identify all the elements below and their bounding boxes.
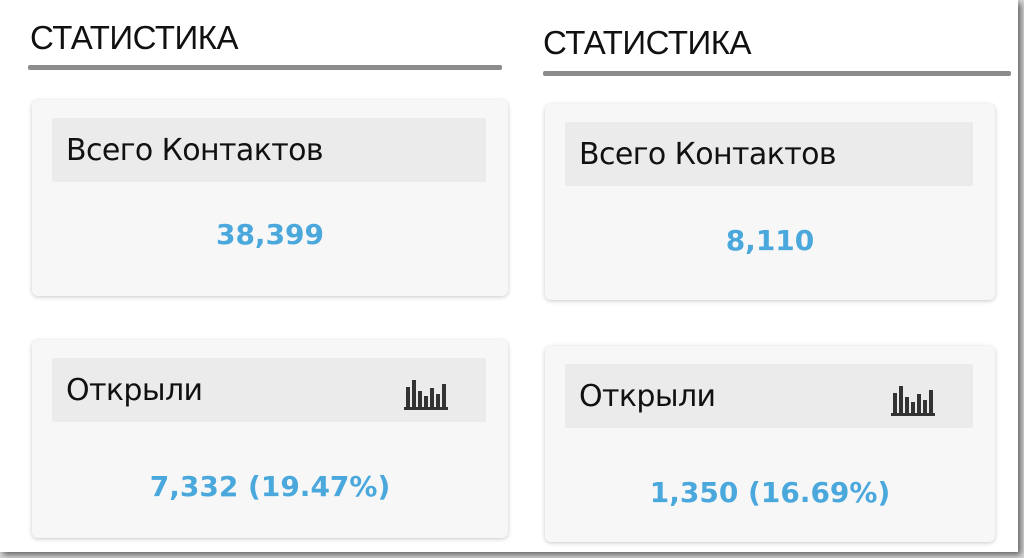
- opened-card: Открыли 1,350 (16.69%): [545, 346, 995, 542]
- total-contacts-value: 38,399: [215, 218, 325, 251]
- screenshot-frame: СТАТИСТИКА Всего Контактов 38,399 Открыл…: [0, 0, 1018, 552]
- total-contacts-label: Всего Контактов: [66, 133, 324, 168]
- bar-chart-icon[interactable]: [404, 378, 448, 410]
- card-header: Всего Контактов: [565, 122, 973, 186]
- panel-title: СТАТИСТИКА: [543, 24, 751, 61]
- total-contacts-card: Всего Контактов 38,399: [32, 100, 508, 296]
- card-header: Открыли: [52, 358, 486, 422]
- title-divider: [543, 71, 1011, 76]
- opened-value: 1,350 (16.69%): [649, 476, 891, 509]
- total-contacts-label: Всего Контактов: [579, 137, 837, 172]
- total-contacts-value: 8,110: [725, 224, 815, 257]
- card-header: Всего Контактов: [52, 118, 486, 182]
- panel-title: СТАТИСТИКА: [30, 19, 238, 56]
- opened-card: Открыли 7,332 (19.47%): [32, 340, 508, 538]
- title-divider: [28, 65, 502, 70]
- opened-label: Открыли: [66, 373, 203, 408]
- opened-value: 7,332 (19.47%): [149, 470, 391, 503]
- total-contacts-card: Всего Контактов 8,110: [545, 104, 995, 300]
- bar-chart-icon[interactable]: [891, 384, 935, 416]
- card-header: Открыли: [565, 364, 973, 428]
- opened-label: Открыли: [579, 379, 716, 414]
